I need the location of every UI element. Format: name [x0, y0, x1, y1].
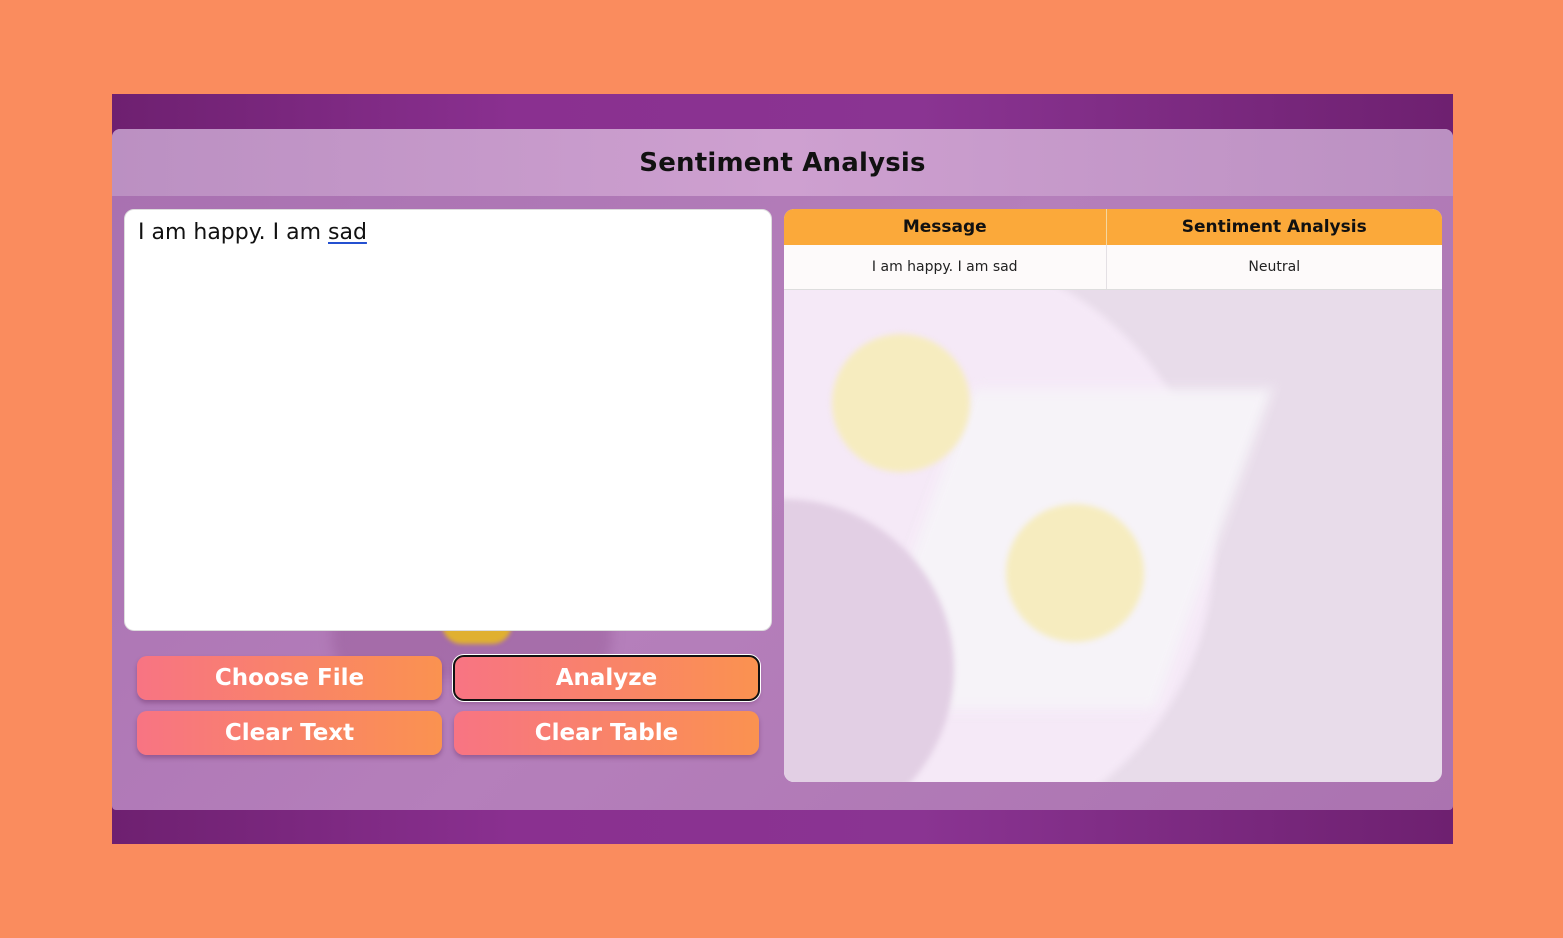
happy-face-icon [1006, 504, 1144, 642]
table-header-row: Message Sentiment Analysis [784, 209, 1442, 245]
message-textarea[interactable]: I am happy. I am sad [124, 209, 772, 631]
textarea-text: I am happy. I am [138, 220, 328, 245]
results-panel: Message Sentiment Analysis I am happy. I… [784, 209, 1442, 782]
analyze-button[interactable]: Analyze [453, 655, 760, 701]
clear-text-button[interactable]: Clear Text [137, 711, 442, 755]
app-frame: Sentiment Analysis I am happy. I am sad … [112, 94, 1453, 844]
choose-file-button[interactable]: Choose File [137, 656, 442, 700]
main-card: Sentiment Analysis I am happy. I am sad … [112, 129, 1453, 810]
column-header-message: Message [784, 209, 1106, 245]
column-header-sentiment: Sentiment Analysis [1105, 209, 1442, 245]
results-table: Message Sentiment Analysis I am happy. I… [784, 209, 1442, 290]
neutral-face-icon [832, 334, 970, 472]
cell-message: I am happy. I am sad [784, 245, 1106, 290]
cell-sentiment: Neutral [1105, 245, 1442, 290]
spellcheck-flagged-word: sad [328, 220, 367, 245]
table-row: I am happy. I am sad Neutral [784, 245, 1442, 290]
header-bar: Sentiment Analysis [112, 129, 1453, 196]
page-title: Sentiment Analysis [639, 147, 926, 178]
textarea-content: I am happy. I am sad [138, 220, 758, 245]
clear-table-button[interactable]: Clear Table [454, 711, 759, 755]
